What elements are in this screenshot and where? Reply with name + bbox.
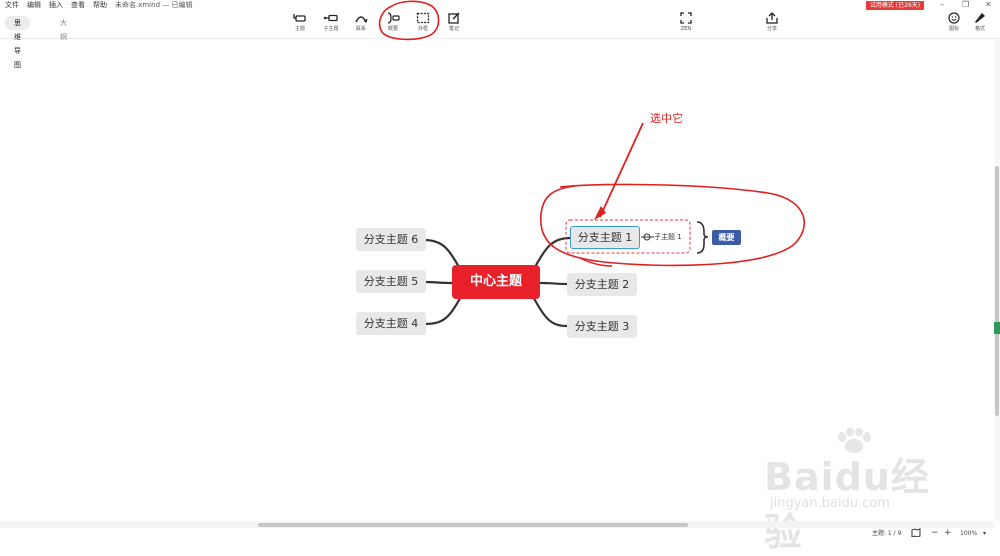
- status-bar: 主题: 1 / 9 − + 100% ▾: [0, 528, 1000, 539]
- branch-topic-4[interactable]: 分支主题 4: [356, 312, 426, 335]
- zoom-out-button[interactable]: −: [931, 528, 939, 539]
- vertical-scroll-thumb[interactable]: [995, 166, 999, 416]
- scroll-position-marker: [994, 322, 1000, 334]
- branch-topic-2[interactable]: 分支主题 2: [567, 273, 637, 296]
- branch-topic-5[interactable]: 分支主题 5: [356, 270, 426, 293]
- map-icon[interactable]: [911, 528, 921, 541]
- annotation-text: 选中它: [650, 112, 683, 125]
- vertical-scrollbar[interactable]: [994, 39, 1000, 521]
- branch-topic-6[interactable]: 分支主题 6: [356, 228, 426, 251]
- zoom-in-button[interactable]: +: [944, 528, 952, 539]
- horizontal-scrollbar[interactable]: [0, 521, 994, 528]
- summary-topic[interactable]: 概要: [712, 230, 741, 245]
- watermark: Baidu经验 jingyan.baidu.com: [752, 428, 952, 554]
- central-topic[interactable]: 中心主题: [452, 265, 540, 299]
- watermark-url: jingyan.baidu.com: [770, 496, 890, 511]
- branch-topic-3[interactable]: 分支主题 3: [567, 315, 637, 338]
- topic-count: 主题: 1 / 9: [872, 530, 902, 537]
- chevron-down-icon[interactable]: ▾: [983, 528, 986, 539]
- zoom-level[interactable]: 100%: [960, 528, 977, 539]
- branch-topic-1[interactable]: 分支主题 1: [570, 226, 640, 249]
- horizontal-scroll-thumb[interactable]: [258, 523, 688, 527]
- subtopic-1[interactable]: 子主题 1: [654, 231, 682, 243]
